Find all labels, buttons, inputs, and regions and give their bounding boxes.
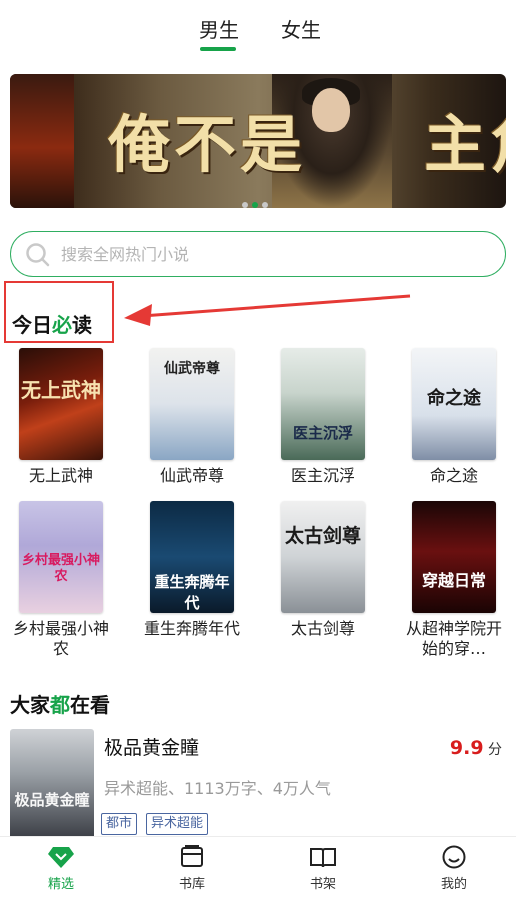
- nav-label: 书库: [178, 877, 205, 892]
- gender-tabs: 男生 女生: [0, 0, 516, 56]
- nav-item-profile[interactable]: 我的: [414, 845, 494, 892]
- cover-title: 医主沉浮: [292, 424, 353, 442]
- featured-book-score: 9.9 分: [450, 737, 502, 759]
- search-bar[interactable]: [10, 231, 506, 277]
- section-title-part: 大家: [10, 693, 50, 717]
- book-cover: 医主沉浮: [281, 348, 365, 460]
- search-icon: [26, 243, 50, 267]
- cover-title: 乡村最强小神农: [21, 553, 100, 584]
- featured-book-title: 极品黄金瞳: [104, 737, 200, 759]
- book-title: 命之途: [429, 466, 478, 485]
- book-cover: 重生奔腾年代: [150, 501, 234, 613]
- tag-badge[interactable]: 异术超能: [146, 813, 209, 835]
- score-value: 9.9: [449, 737, 484, 759]
- book-title: 从超神学院开始的穿…: [406, 619, 503, 658]
- banner-dot-active[interactable]: [252, 201, 258, 208]
- nav-label: 我的: [440, 877, 467, 892]
- bottom-navigation: 精选 书库 书架 我的: [0, 836, 516, 898]
- book-cover: 穿越日常: [412, 501, 496, 613]
- banner-pagination: [242, 194, 272, 208]
- book-card[interactable]: 仙武帝尊 仙武帝尊: [142, 348, 242, 506]
- bookshelf-icon: [310, 848, 336, 868]
- section-title-accent: 必: [52, 313, 72, 337]
- book-card[interactable]: 重生奔腾年代 重生奔腾年代: [142, 501, 242, 659]
- cover-title: 无上武神: [21, 378, 101, 402]
- book-title: 医主沉浮: [290, 466, 355, 485]
- section-title-part: 在看: [70, 693, 110, 717]
- cover-title: 重生奔腾年代: [154, 573, 230, 612]
- featured-book-cover: 极品黄金瞳: [10, 729, 94, 839]
- cover-title: 穿越日常: [421, 571, 486, 590]
- book-card[interactable]: 太古剑尊 太古剑尊: [273, 501, 373, 659]
- nav-label: 书架: [309, 877, 336, 892]
- annotation-arrow-icon: [124, 294, 411, 326]
- library-icon: [181, 845, 203, 867]
- featured-book-meta: 异术超能、1113万字、4万人气: [104, 779, 331, 798]
- tab-girls[interactable]: 女生: [281, 14, 321, 43]
- section-title-part: 今日: [12, 313, 52, 337]
- banner-title-right: 主角: [424, 108, 506, 181]
- book-card[interactable]: 穿越日常 从超神学院开始的穿…: [404, 501, 504, 659]
- book-card[interactable]: 命之途 命之途: [404, 348, 504, 506]
- banner-left-art: [10, 74, 74, 208]
- banner-title: 俺不是 主角: [108, 94, 506, 184]
- cover-title: 太古剑尊: [284, 525, 361, 547]
- section-title-part: 读: [72, 313, 92, 337]
- nav-label: 精选: [47, 877, 74, 892]
- tab-boys[interactable]: 男生: [199, 14, 239, 43]
- banner-title-left: 俺不是: [108, 108, 307, 181]
- book-cover: 仙武帝尊: [150, 348, 234, 460]
- book-card[interactable]: 无上武神 无上武神: [11, 348, 111, 506]
- book-title: 无上武神: [28, 466, 93, 485]
- nav-item-library[interactable]: 书库: [152, 845, 232, 892]
- cover-title: 极品黄金瞳: [14, 791, 90, 809]
- nav-item-featured[interactable]: 精选: [21, 845, 101, 892]
- section-title-today: 今日必读: [12, 309, 92, 338]
- banner-dot[interactable]: [262, 201, 268, 208]
- promo-banner[interactable]: 俺不是 主角: [10, 74, 506, 208]
- book-cover: 太古剑尊: [281, 501, 365, 613]
- book-card[interactable]: 乡村最强小神农 乡村最强小神农: [11, 501, 111, 659]
- book-title: 重生奔腾年代: [144, 619, 241, 638]
- profile-icon: [442, 845, 466, 869]
- featured-book[interactable]: 极品黄金瞳 极品黄金瞳 9.9 分 异术超能、1113万字、4万人气 都市 异术…: [10, 729, 506, 839]
- book-cover: 无上武神: [19, 348, 103, 460]
- book-cover: 命之途: [412, 348, 496, 460]
- book-card[interactable]: 医主沉浮 医主沉浮: [273, 348, 373, 506]
- banner-dot[interactable]: [242, 201, 248, 208]
- book-cover: 乡村最强小神农: [19, 501, 103, 613]
- book-title: 仙武帝尊: [159, 466, 224, 485]
- section-title-everyone: 大家都在看: [10, 689, 110, 718]
- search-input[interactable]: [61, 241, 481, 267]
- score-unit: 分: [488, 742, 502, 758]
- cover-title: 命之途: [427, 388, 481, 409]
- section-title-accent: 都: [50, 693, 70, 717]
- book-title: 乡村最强小神农: [13, 619, 110, 658]
- active-tab-indicator: [200, 47, 236, 51]
- diamond-icon: [48, 847, 74, 868]
- book-title: 太古剑尊: [290, 619, 355, 638]
- tag-badge[interactable]: 都市: [101, 813, 138, 835]
- nav-item-bookshelf[interactable]: 书架: [283, 845, 363, 892]
- cover-title: 仙武帝尊: [164, 361, 220, 377]
